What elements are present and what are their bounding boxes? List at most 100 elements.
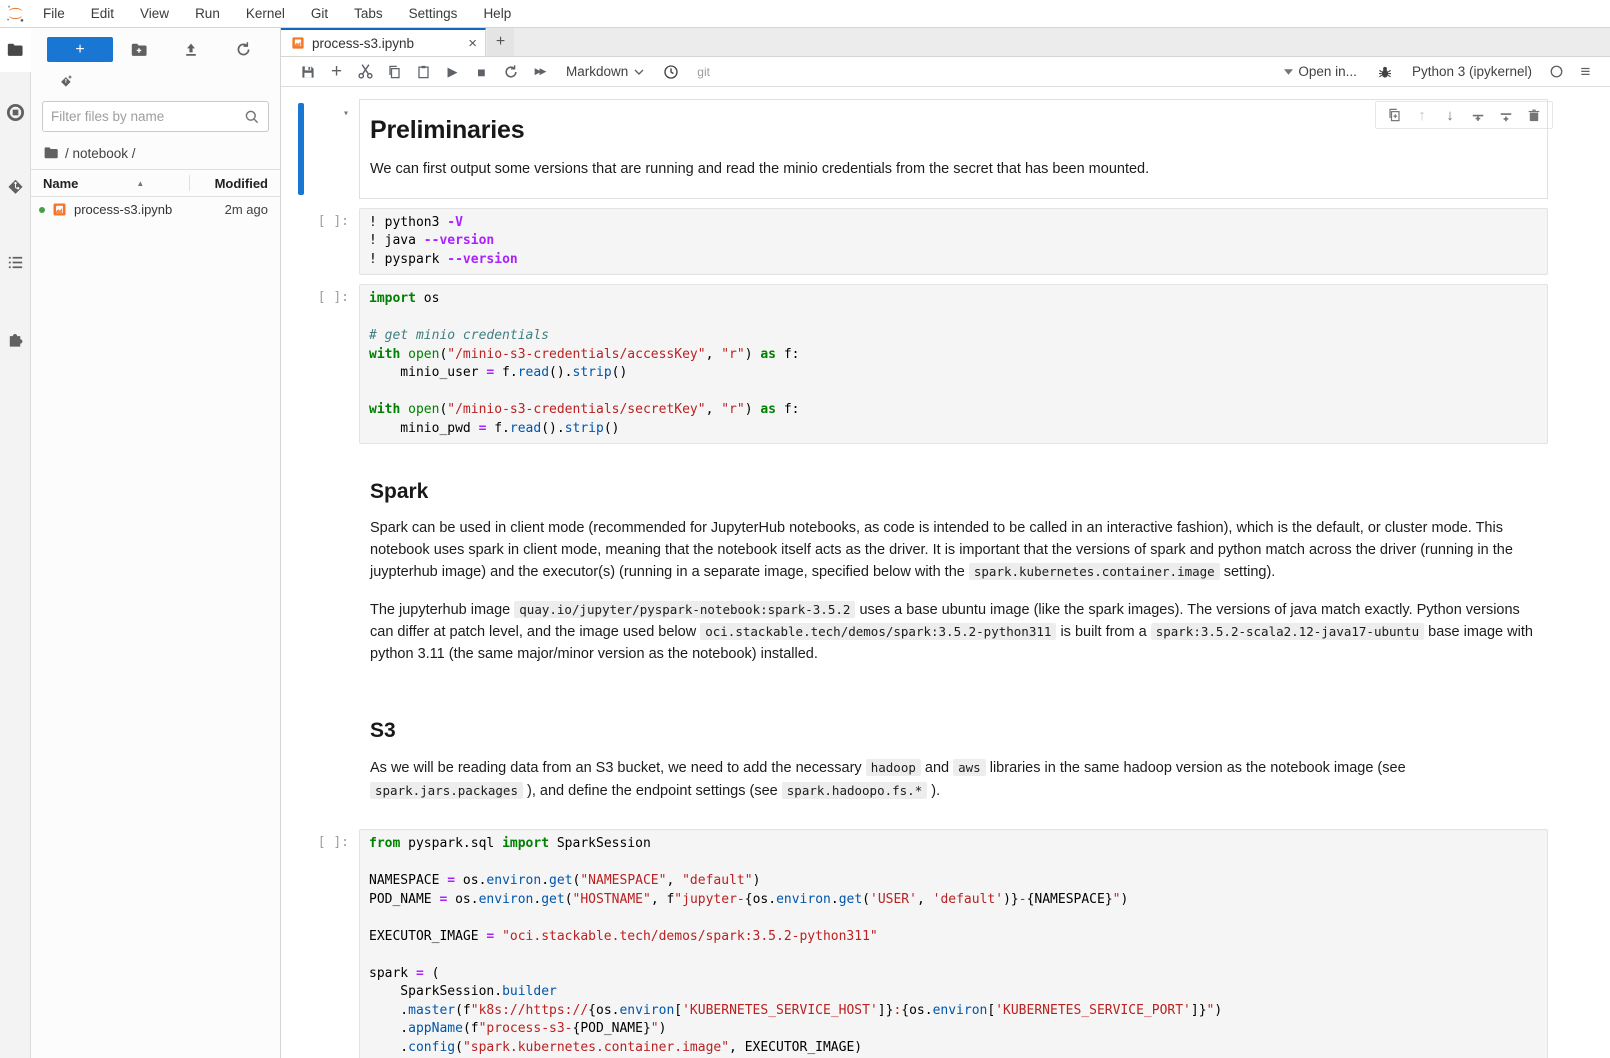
code-cell[interactable]: [ ]:from pyspark.sql import SparkSession…	[289, 829, 1548, 1058]
breadcrumb-path: / notebook /	[65, 146, 136, 161]
markdown-heading: S3	[370, 719, 1535, 743]
inline-code: hadoop	[866, 759, 921, 776]
jupyterlab-app: FileEditViewRunKernelGitTabsSettingsHelp	[0, 0, 1610, 1058]
notebook-toolbar: + ▶ ■ ▶▶ Markdown	[281, 57, 1610, 87]
code-line: with open("/minio-s3-credentials/accessK…	[369, 346, 1538, 365]
kernel-status-icon[interactable]	[1542, 57, 1571, 87]
tab-bar: process-s3.ipynb × +	[281, 28, 1610, 57]
code-line: # get minio credentials	[369, 327, 1538, 346]
restart-run-all-icon[interactable]: ▶▶	[525, 57, 554, 87]
file-browser-icon[interactable]	[0, 28, 31, 72]
code-line: EXECUTOR_IMAGE = "oci.stackable.tech/dem…	[369, 928, 1538, 947]
chevron-down-icon	[634, 69, 644, 75]
file-row[interactable]: process-s3.ipynb2m ago	[31, 197, 280, 222]
code-line: .config("spark.kubernetes.container.imag…	[369, 1039, 1538, 1058]
table-of-contents-icon[interactable]	[0, 240, 31, 284]
menu-settings[interactable]: Settings	[396, 6, 471, 21]
cut-icon[interactable]	[351, 57, 380, 87]
notebook-file-icon	[52, 202, 67, 217]
tab-process-s3[interactable]: process-s3.ipynb ×	[281, 28, 486, 56]
markdown-rendered: Spark Spark can be used in client mode (r…	[359, 453, 1548, 683]
extension-manager-icon[interactable]	[0, 317, 31, 361]
inline-code: spark.kubernetes.container.image	[969, 563, 1220, 580]
file-list: process-s3.ipynb2m ago	[31, 197, 280, 222]
new-launcher-button[interactable]: +	[47, 37, 113, 62]
code-editor[interactable]: import os # get minio credentialswith op…	[359, 284, 1548, 444]
file-browser-panel: +	[31, 28, 281, 1058]
code-line: import os	[369, 290, 1538, 309]
tab-label: process-s3.ipynb	[312, 36, 461, 51]
markdown-cell[interactable]: Spark Spark can be used in client mode (r…	[289, 453, 1548, 683]
inline-code: oci.stackable.tech/demos/spark:3.5.2-pyt…	[700, 623, 1056, 640]
save-icon[interactable]	[293, 57, 322, 87]
menu-run[interactable]: Run	[182, 6, 233, 21]
caret-down-icon	[1284, 69, 1293, 75]
stop-icon[interactable]: ■	[467, 57, 496, 87]
code-line	[369, 946, 1538, 965]
column-modified[interactable]: Modified	[198, 176, 268, 191]
git-clone-icon[interactable]	[58, 74, 280, 89]
inline-code: aws	[953, 759, 986, 776]
kernel-name[interactable]: Python 3 (ipykernel)	[1412, 64, 1532, 79]
run-icon[interactable]: ▶	[438, 57, 467, 87]
toolbar-overflow-icon[interactable]: ≡	[1571, 57, 1600, 87]
code-cell[interactable]: [ ]:import os # get minio credentialswit…	[289, 284, 1548, 444]
code-editor[interactable]: from pyspark.sql import SparkSession NAM…	[359, 829, 1548, 1058]
code-line	[369, 309, 1538, 328]
menu-items: FileEditViewRunKernelGitTabsSettingsHelp	[30, 0, 524, 27]
heading-collapser-icon[interactable]: ▾	[343, 108, 349, 119]
menu-file[interactable]: File	[30, 6, 78, 21]
sort-ascending-icon[interactable]: ▲	[136, 179, 144, 188]
refresh-button[interactable]	[218, 41, 270, 58]
running-sessions-icon[interactable]	[0, 90, 31, 134]
code-line: NAMESPACE = os.environ.get("NAMESPACE", …	[369, 872, 1538, 891]
new-folder-button[interactable]	[113, 41, 165, 59]
menu-tabs[interactable]: Tabs	[341, 6, 396, 21]
filter-files-input[interactable]	[51, 109, 244, 124]
git-toolbar-label[interactable]: git	[697, 65, 710, 79]
menu-git[interactable]: Git	[298, 6, 341, 21]
git-sidebar-icon[interactable]	[0, 164, 31, 208]
column-name[interactable]: Name	[43, 176, 78, 191]
file-modified: 2m ago	[225, 202, 268, 217]
code-cell[interactable]: [ ]:! python3 -V! java --version! pyspar…	[289, 208, 1548, 276]
code-line: minio_pwd = f.read().strip()	[369, 420, 1538, 439]
breadcrumb[interactable]: / notebook /	[31, 142, 280, 169]
markdown-rendered: S3 As we will be reading data from an S3 …	[359, 692, 1548, 820]
code-line: .appName(f"process-s3-{POD_NAME}")	[369, 1020, 1538, 1039]
code-line	[369, 383, 1538, 402]
code-editor[interactable]: ! python3 -V! java --version! pyspark --…	[359, 208, 1548, 276]
markdown-paragraph: As we will be reading data from an S3 bu…	[370, 757, 1535, 802]
markdown-rendered: PreliminariesWe can first output some ve…	[359, 99, 1548, 199]
menu-edit[interactable]: Edit	[78, 6, 127, 21]
debugger-bug-icon[interactable]	[1371, 57, 1400, 87]
activity-bar	[0, 28, 31, 1058]
menu-bar: FileEditViewRunKernelGitTabsSettingsHelp	[0, 0, 1610, 28]
markdown-paragraph: Spark can be used in client mode (recomm…	[370, 518, 1535, 584]
cell-prompt	[289, 453, 359, 683]
history-clock-icon[interactable]	[656, 57, 685, 87]
restart-kernel-icon[interactable]	[496, 57, 525, 87]
markdown-heading: Spark	[370, 480, 1535, 504]
menu-view[interactable]: View	[127, 6, 182, 21]
new-tab-button[interactable]: +	[487, 28, 514, 56]
code-line: spark = (	[369, 965, 1538, 984]
code-line: POD_NAME = os.environ.get("HOSTNAME", f"…	[369, 891, 1538, 910]
copy-icon[interactable]	[380, 57, 409, 87]
menu-help[interactable]: Help	[470, 6, 524, 21]
markdown-cell[interactable]: ▾ PreliminariesWe can first output some v…	[289, 99, 1548, 199]
markdown-cell[interactable]: S3 As we will be reading data from an S3 …	[289, 692, 1548, 820]
add-cell-icon[interactable]: +	[322, 57, 351, 87]
notebook-panel: ↑ ↓ ▾PreliminariesWe can first output so…	[281, 87, 1610, 1058]
cell-prompt: [ ]:	[289, 208, 359, 276]
file-list-header: Name ▲ Modified	[31, 169, 280, 197]
paste-icon[interactable]	[409, 57, 438, 87]
open-in-dropdown[interactable]: Open in...	[1284, 64, 1357, 79]
inline-code: spark.jars.packages	[370, 782, 523, 799]
menu-kernel[interactable]: Kernel	[233, 6, 298, 21]
folder-icon	[43, 145, 59, 161]
upload-button[interactable]	[165, 42, 217, 58]
inline-code: spark.hadoopo.fs.*	[782, 782, 927, 799]
cell-type-dropdown[interactable]: Markdown	[566, 64, 644, 79]
tab-close-icon[interactable]: ×	[468, 35, 477, 52]
